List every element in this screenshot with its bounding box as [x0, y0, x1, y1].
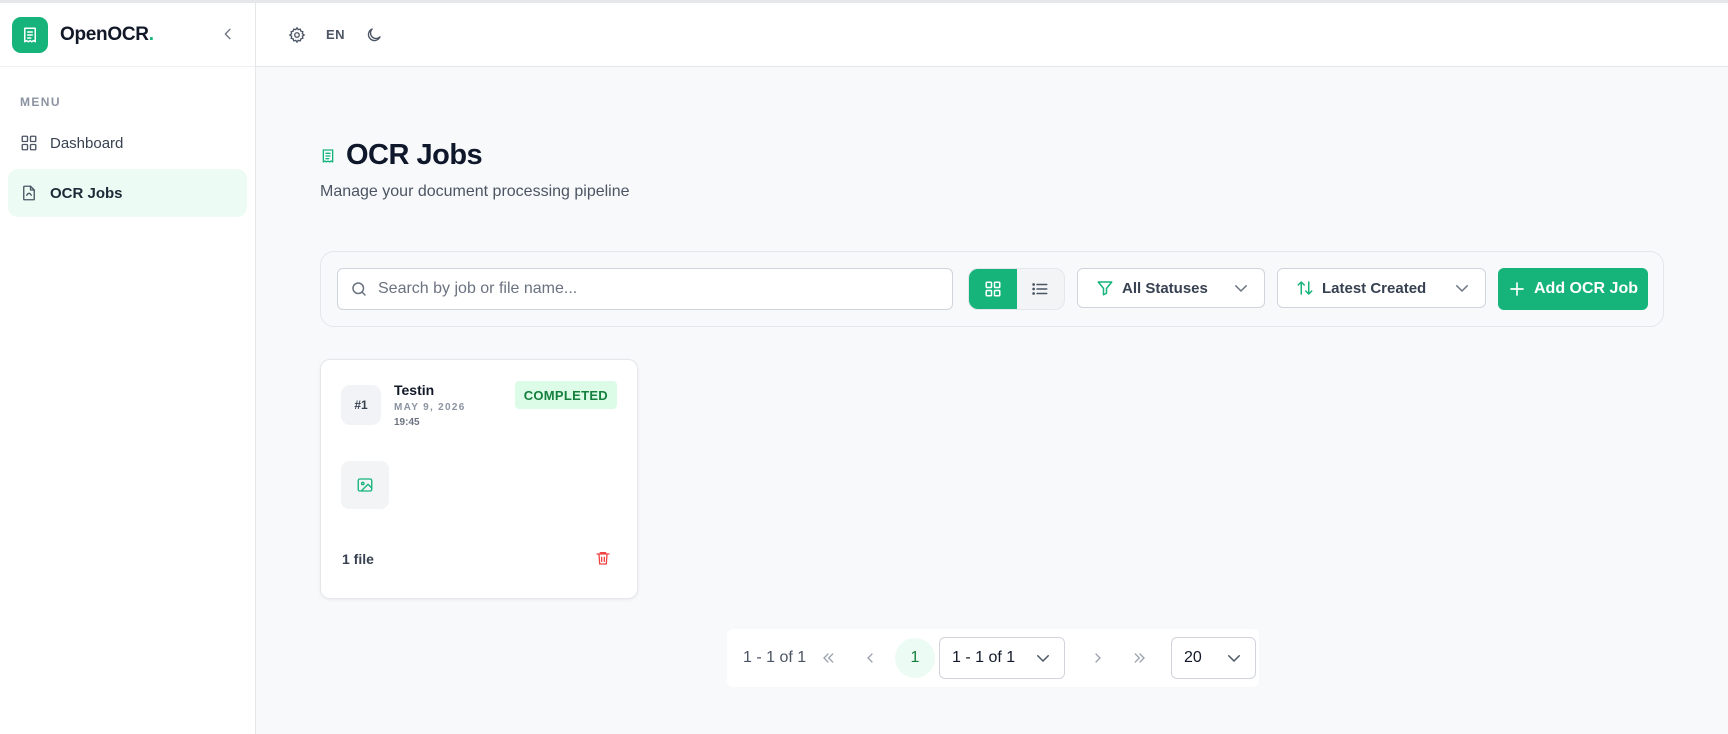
job-card[interactable]: #1 Testin MAY 9, 2026 19:45 COMPLETED 1 …	[320, 359, 638, 599]
main-content: OCR Jobs Manage your document processing…	[256, 67, 1728, 734]
search-input[interactable]	[378, 280, 938, 298]
chevron-down-icon	[1232, 279, 1250, 297]
sidebar-nav: Dashboard OCR Jobs	[0, 119, 255, 217]
previous-page-button[interactable]	[849, 638, 891, 678]
first-page-button[interactable]	[807, 638, 849, 678]
sidebar-item-dashboard[interactable]: Dashboard	[8, 119, 247, 167]
app-name: OpenOCR.	[60, 23, 154, 45]
brand: OpenOCR.	[0, 3, 255, 67]
file-thumbnail[interactable]	[341, 461, 389, 509]
sort-arrows-icon	[1296, 279, 1314, 297]
gear-icon	[288, 26, 306, 44]
add-ocr-job-button[interactable]: Add OCR Job	[1498, 268, 1648, 310]
status-filter-value: All Statuses	[1122, 279, 1208, 297]
page-range-select[interactable]: 1 - 1 of 1	[939, 637, 1065, 679]
search-box	[337, 268, 953, 310]
pagination-range: 1 - 1 of 1	[743, 649, 807, 666]
settings-button[interactable]	[288, 21, 306, 49]
chevron-left-icon	[862, 650, 878, 666]
job-name: Testin	[394, 382, 435, 398]
sidebar-item-label: OCR Jobs	[50, 184, 123, 202]
chevron-right-icon	[1090, 650, 1106, 666]
job-date: MAY 9, 2026	[394, 402, 466, 413]
receipt-icon	[320, 147, 336, 165]
chevron-down-icon	[1034, 649, 1052, 667]
collapse-sidebar-button[interactable]	[217, 23, 239, 45]
status-badge: COMPLETED	[514, 381, 617, 409]
app-logo[interactable]	[12, 16, 48, 53]
chevron-left-icon	[220, 26, 236, 42]
page-size-select[interactable]: 20	[1171, 637, 1256, 679]
add-ocr-job-label: Add OCR Job	[1534, 280, 1638, 297]
page-size-value: 20	[1184, 649, 1202, 666]
next-page-button[interactable]	[1077, 638, 1119, 678]
job-number: #1	[341, 385, 381, 425]
pagination: 1 - 1 of 1 1 1 - 1 of 1 20	[727, 629, 1259, 687]
page-title: OCR Jobs	[346, 139, 483, 171]
trash-icon	[595, 550, 611, 566]
plus-icon	[1508, 280, 1526, 298]
theme-toggle-button[interactable]	[365, 21, 383, 49]
page-range-value: 1 - 1 of 1	[952, 649, 1016, 666]
file-count: 1 file	[342, 551, 374, 567]
receipt-icon	[21, 26, 39, 44]
page-button-1[interactable]: 1	[895, 638, 935, 678]
grid-icon	[20, 134, 38, 152]
language-switcher[interactable]: EN	[326, 21, 345, 49]
image-icon	[356, 476, 374, 494]
page-subtitle: Manage your document processing pipeline	[320, 183, 630, 200]
filter-icon	[1096, 279, 1114, 297]
sidebar-item-ocr-jobs[interactable]: OCR Jobs	[8, 169, 247, 217]
list-icon	[1031, 280, 1049, 298]
topbar: EN	[256, 0, 1728, 67]
grid-icon	[984, 280, 1002, 298]
chevron-down-icon	[1225, 649, 1243, 667]
list-view-button[interactable]	[1017, 269, 1065, 309]
menu-label: MENU	[20, 95, 61, 109]
sort-value: Latest Created	[1322, 279, 1427, 297]
sort-select[interactable]: Latest Created	[1277, 268, 1486, 308]
status-filter-select[interactable]: All Statuses	[1077, 268, 1265, 308]
jobs-toolbar: All Statuses Latest Created Add OCR Job	[320, 251, 1664, 327]
chevrons-left-icon	[820, 650, 836, 666]
chevrons-right-icon	[1132, 650, 1148, 666]
job-time: 19:45	[394, 417, 420, 428]
search-icon	[350, 280, 368, 298]
page-header: OCR Jobs	[320, 139, 483, 172]
sidebar-item-label: Dashboard	[50, 134, 124, 152]
last-page-button[interactable]	[1119, 638, 1161, 678]
view-toggle	[968, 268, 1065, 310]
moon-icon	[365, 26, 383, 44]
delete-job-button[interactable]	[595, 550, 611, 566]
file-icon	[20, 184, 38, 202]
grid-view-button[interactable]	[969, 269, 1017, 309]
sidebar: OpenOCR. MENU Dashboard OCR Jobs	[0, 0, 256, 734]
chevron-down-icon	[1453, 279, 1471, 297]
